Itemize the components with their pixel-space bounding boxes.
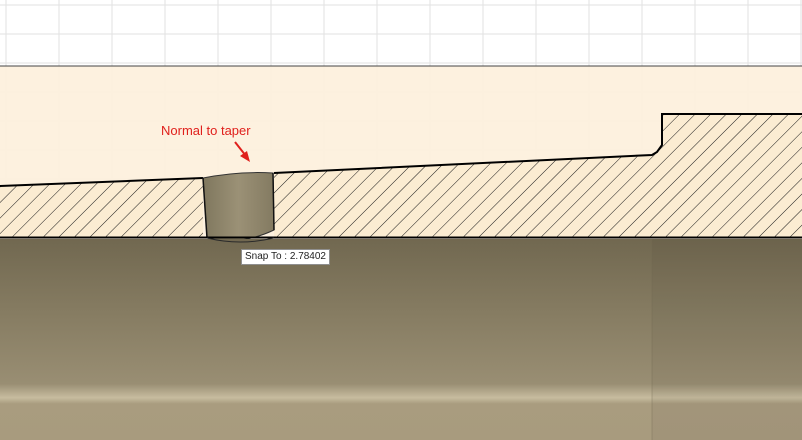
groove-right-edge [272,172,275,231]
annotation-label: Normal to taper [161,123,251,138]
solid-step-shade [652,239,802,440]
section-hatch-left [0,178,203,238]
groove [202,172,275,242]
cad-scene[interactable] [0,0,802,440]
snap-tooltip: Snap To : 2.78402 [241,249,330,265]
graphics-viewport[interactable]: Normal to taper Snap To : 2.78402 [0,0,802,440]
